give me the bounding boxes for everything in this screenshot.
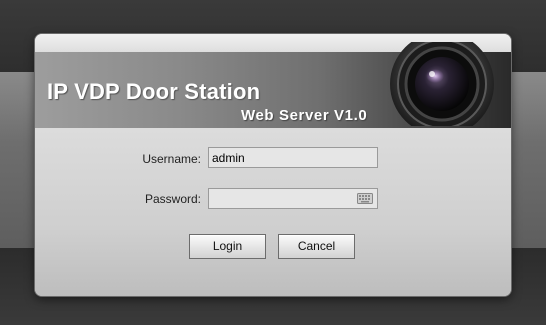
cancel-button[interactable]: Cancel	[278, 234, 355, 259]
password-field[interactable]	[208, 188, 378, 209]
login-button[interactable]: Login	[189, 234, 266, 259]
banner-title: IP VDP Door Station	[47, 79, 261, 104]
username-label: Username:	[142, 152, 201, 166]
login-dialog: IP VDP Door Station Web Server V1.0 User…	[35, 34, 511, 296]
camera-lens-icon	[390, 42, 494, 126]
username-field[interactable]	[208, 147, 378, 168]
password-label: Password:	[144, 192, 201, 206]
banner-subtitle: Web Server V1.0	[241, 107, 368, 124]
keyboard-icon[interactable]	[357, 193, 373, 204]
